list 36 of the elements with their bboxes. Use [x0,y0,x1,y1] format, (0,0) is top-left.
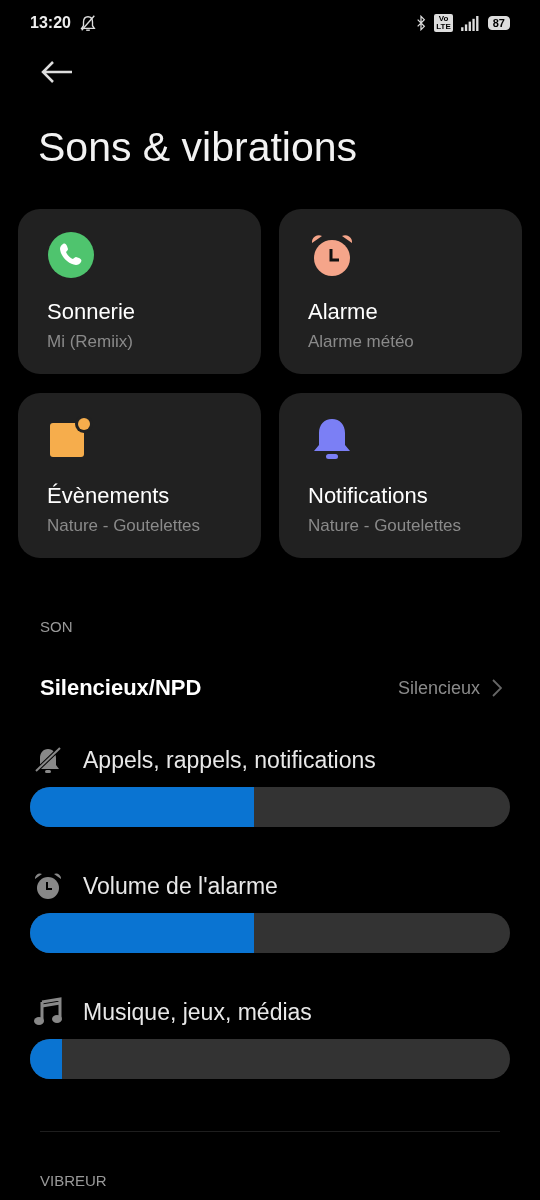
clock: 13:20 [30,14,71,32]
back-arrow-icon[interactable] [40,60,74,84]
card-title: Alarme [308,299,379,325]
battery-indicator: 87 [487,16,510,30]
bluetooth-icon [416,15,427,31]
signal-icon [460,15,480,31]
settings-card[interactable]: Sonnerie Mi (Remiix) [18,209,261,374]
card-title: Sonnerie [47,299,137,325]
volume-slider[interactable] [30,787,510,827]
page-title: Sons & vibrations [38,124,359,171]
section-header: SON [40,618,74,635]
muted-bell-icon [78,14,97,32]
settings-row[interactable]: Silencieux/NPD Silencieux [40,675,502,701]
settings-card[interactable]: Alarme Alarme météo [279,209,522,374]
slider-label: Appels, rappels, notifications [83,746,376,774]
volume-slider[interactable] [30,1039,510,1079]
settings-card[interactable]: Évènements Nature - Goutelettes [18,393,261,558]
volume-slider[interactable] [30,913,510,953]
row-value: Silencieux [397,677,480,699]
section-header: VIBREUR [40,1172,108,1189]
slider-label: Volume de l'alarme [83,872,278,900]
card-subtitle: Nature - Goutelettes [308,516,463,536]
card-subtitle: Mi (Remiix) [47,332,134,352]
alarm-clock-icon [33,871,63,901]
settings-card[interactable]: Notifications Nature - Goutelettes [279,393,522,558]
muted-bell-icon [33,745,63,775]
phone-icon [47,231,95,279]
music-note-icon [33,997,63,1027]
slider-label: Musique, jeux, médias [83,998,312,1026]
card-title: Notifications [308,483,429,509]
chevron-icon [492,679,502,697]
card-subtitle: Alarme météo [308,332,415,352]
network-badge: Vo LTE [434,14,453,32]
card-subtitle: Nature - Goutelettes [47,516,202,536]
row-label: Silencieux/NPD [40,675,202,701]
card-title: Évènements [47,483,171,509]
